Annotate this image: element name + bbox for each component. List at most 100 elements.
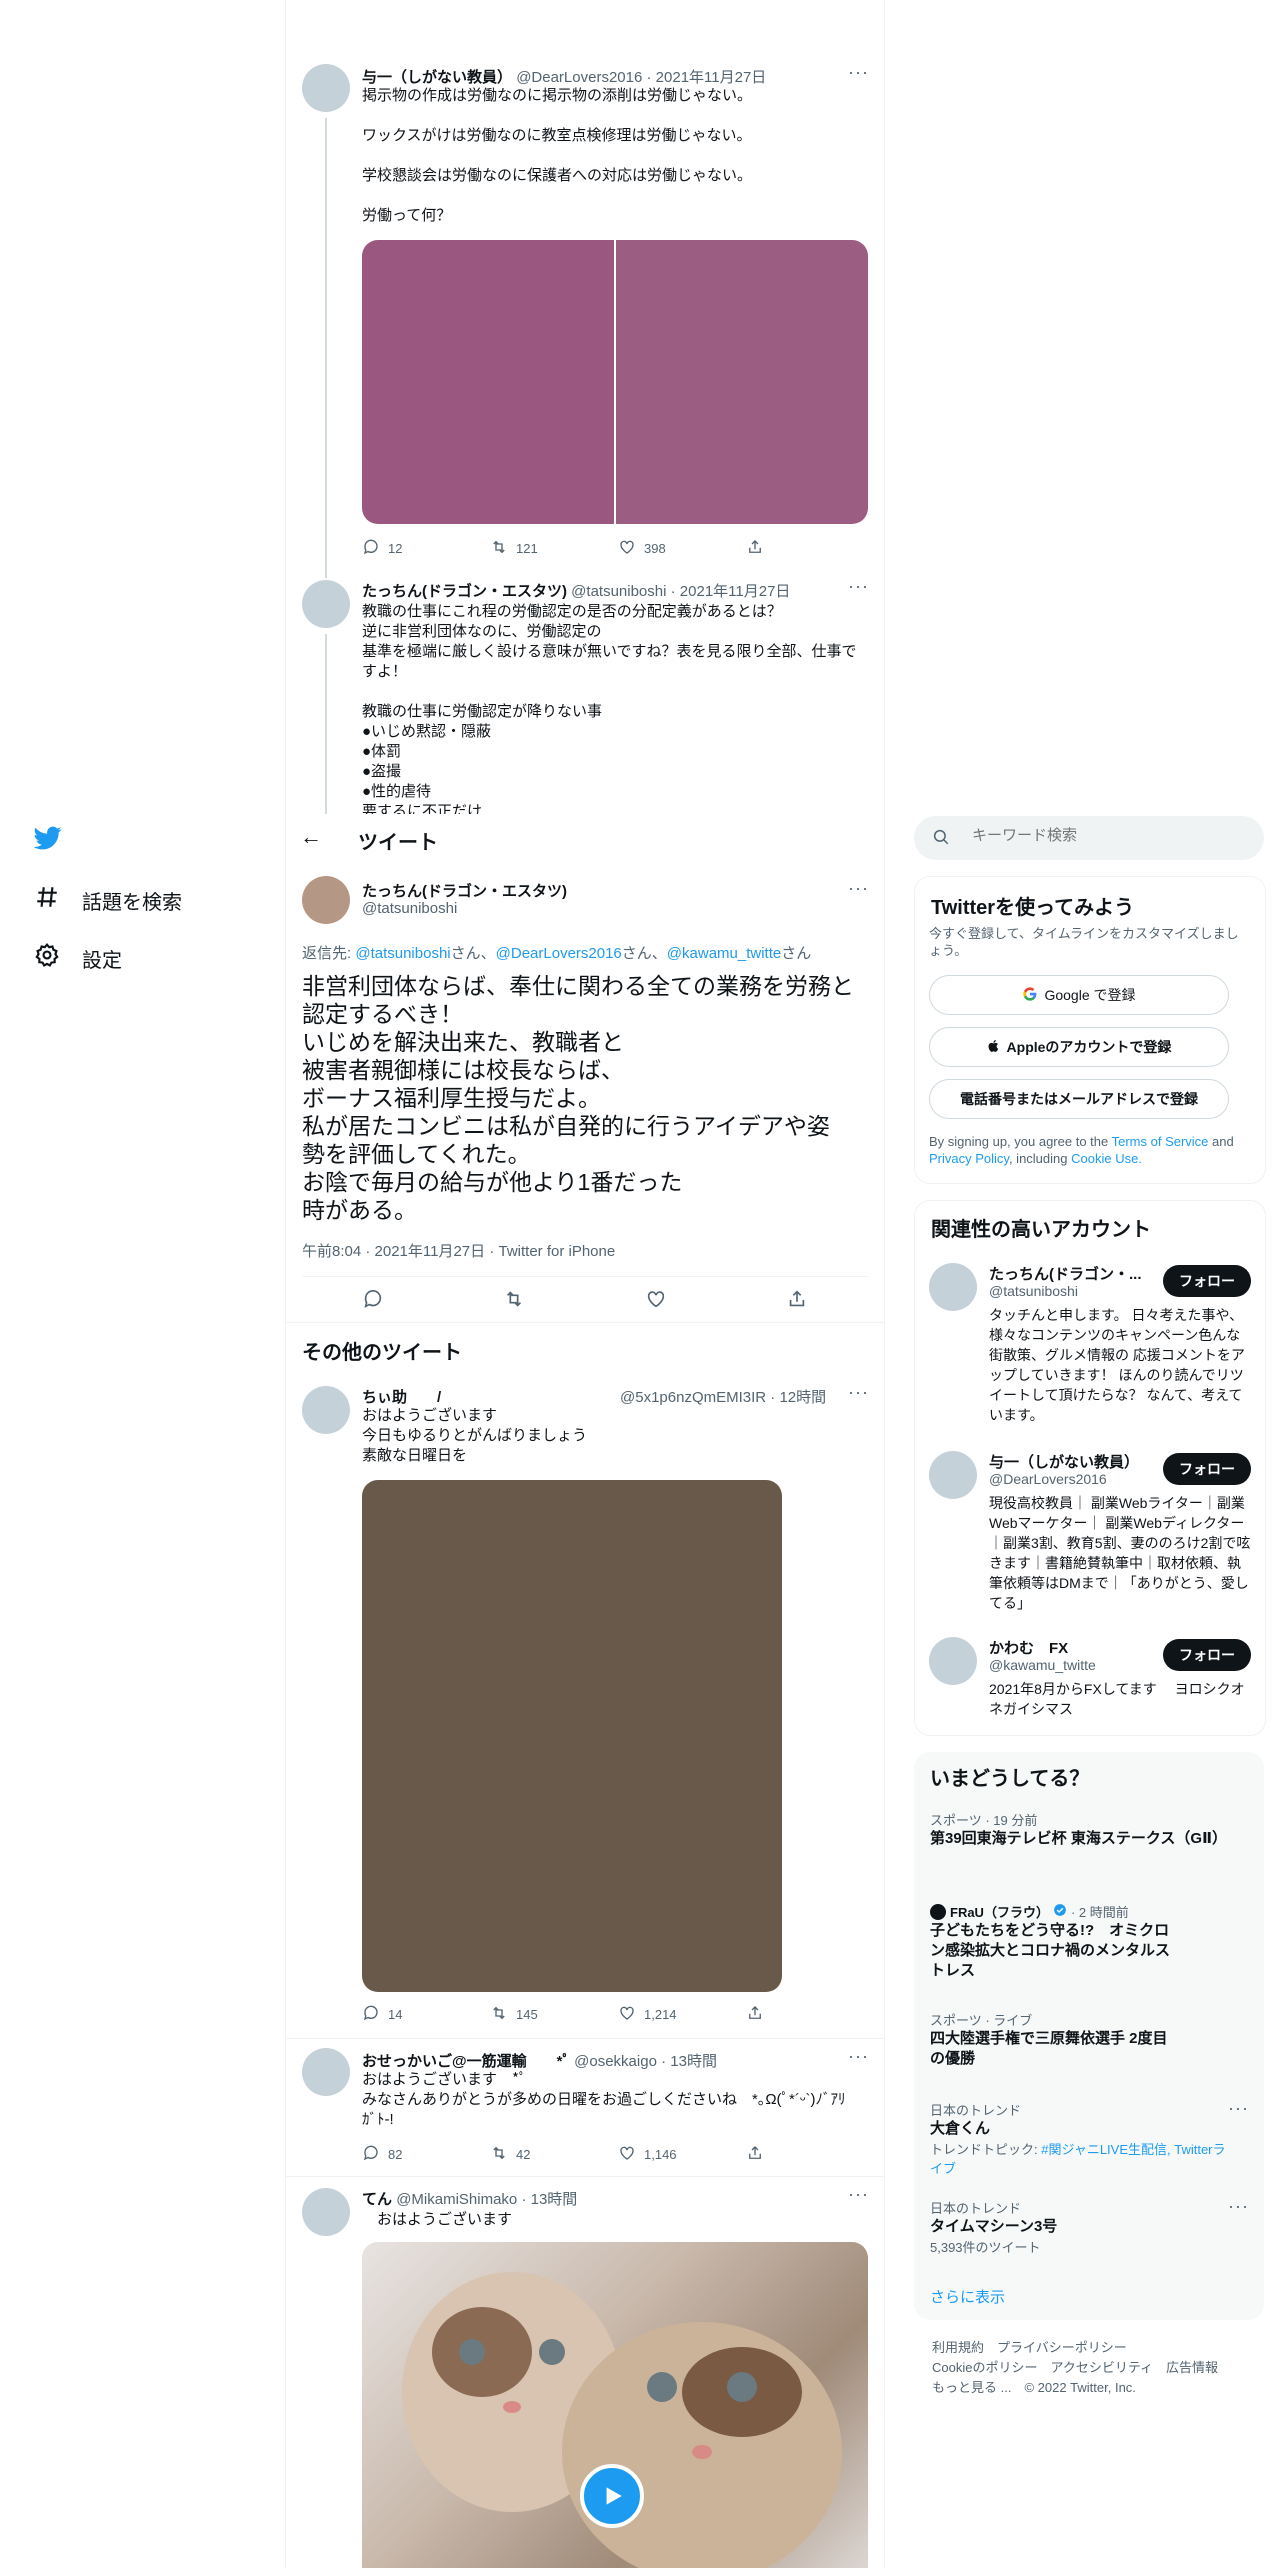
tweet-date[interactable]: · 13時間 bbox=[661, 2053, 717, 2070]
follow-button[interactable]: フォロー bbox=[1163, 1639, 1251, 1671]
video-player[interactable] bbox=[362, 2242, 868, 2568]
author-handle[interactable]: @DearLovers2016 bbox=[516, 69, 642, 86]
trend-item[interactable]: スポーツ · ライブ 四大陸選手権で三原舞依選手 2度目の優勝 bbox=[930, 2010, 1170, 2069]
mention-link[interactable]: @kawamu_twitte bbox=[667, 945, 781, 962]
tweet-date[interactable]: · 12時間 bbox=[770, 1389, 826, 1406]
retweet-button[interactable]: 145 bbox=[490, 2004, 618, 2025]
phone-signup-button[interactable]: 電話番号またはメールアドレスで登録 bbox=[929, 1079, 1229, 1119]
account-handle[interactable]: @tatsuniboshi bbox=[989, 1283, 1078, 1299]
cookie-link[interactable]: Cookie Use. bbox=[1071, 1151, 1142, 1166]
avatar[interactable] bbox=[929, 1263, 977, 1311]
reply-count: 82 bbox=[388, 2147, 403, 2162]
author-name[interactable]: てん bbox=[362, 2191, 392, 2208]
terms-link[interactable]: Terms of Service bbox=[1112, 1134, 1209, 1149]
related-accounts-panel: 関連性の高いアカウント たっちん(ドラゴン・... @tatsuniboshi … bbox=[914, 1200, 1266, 1736]
more-icon[interactable]: ··· bbox=[848, 878, 869, 899]
more-icon[interactable]: ··· bbox=[848, 62, 869, 83]
twitter-logo-icon[interactable] bbox=[32, 824, 64, 857]
like-button[interactable]: 398 bbox=[618, 538, 746, 559]
follow-button[interactable]: フォロー bbox=[1163, 1265, 1251, 1297]
more-icon[interactable]: ··· bbox=[848, 2046, 869, 2067]
back-arrow-icon[interactable]: ← bbox=[300, 824, 322, 850]
heart-icon[interactable] bbox=[645, 1288, 667, 1315]
tweet-header: 与一（しがない教員） @DearLovers2016 · 2021年11月27日 bbox=[362, 66, 766, 87]
retweet-icon[interactable] bbox=[503, 1288, 525, 1315]
tweet-date[interactable]: · 13時間 bbox=[521, 2191, 577, 2208]
nav-explore[interactable]: 話題を検索 bbox=[34, 884, 182, 916]
author-name[interactable]: 与一（しがない教員） bbox=[362, 69, 512, 86]
privacy-link[interactable]: Privacy Policy bbox=[929, 1151, 1009, 1166]
reply-icon[interactable] bbox=[362, 1288, 384, 1315]
share-icon[interactable] bbox=[786, 1288, 808, 1315]
search-input[interactable] bbox=[970, 826, 1244, 845]
account-bio: 現役高校教員｜ 副業Webライター｜副業Webマーケター｜ 副業Webディレクタ… bbox=[989, 1495, 1251, 1611]
avatar[interactable] bbox=[302, 2188, 350, 2236]
like-button[interactable]: 1,214 bbox=[618, 2004, 746, 2025]
trend-item[interactable]: FRaU（フラウ） · 2 時間前 子どもたちをどう守る!? オミクロン感染拡大… bbox=[930, 1902, 1170, 1981]
show-more-link[interactable]: さらに表示 bbox=[930, 2286, 1005, 2307]
more-icon[interactable]: ··· bbox=[848, 1382, 869, 1403]
more-icon[interactable]: ··· bbox=[848, 576, 869, 597]
avatar[interactable] bbox=[302, 580, 350, 628]
column-divider-left bbox=[285, 0, 286, 2568]
follow-button[interactable]: フォロー bbox=[1163, 1453, 1251, 1485]
tweet-timestamp[interactable]: 午前8:04 · 2021年11月27日 · Twitter for iPhon… bbox=[302, 1240, 615, 1261]
account-name[interactable]: 与一（しがない教員） bbox=[989, 1451, 1149, 1472]
tweet-date[interactable]: · 2021年11月27日 bbox=[647, 69, 767, 86]
footer-line[interactable]: Cookieのポリシー アクセシビリティ 広告情報 bbox=[932, 2358, 1218, 2378]
account-name[interactable]: かわむ FX bbox=[989, 1637, 1149, 1658]
media-image[interactable] bbox=[362, 1480, 782, 1992]
apple-signup-button[interactable]: Appleのアカウントで登録 bbox=[929, 1027, 1229, 1067]
more-icon[interactable]: ··· bbox=[848, 2184, 869, 2205]
author-handle[interactable]: @MikamiShimako bbox=[396, 2191, 517, 2208]
avatar[interactable] bbox=[302, 876, 350, 924]
author-handle[interactable]: @5x1p6nzQmEMI3IR bbox=[620, 1389, 766, 1406]
retweet-button[interactable]: 42 bbox=[490, 2144, 618, 2165]
reply-button[interactable]: 12 bbox=[362, 538, 490, 559]
account-name[interactable]: たっちん(ドラゴン・... bbox=[989, 1263, 1149, 1284]
mention-link[interactable]: @DearLovers2016 bbox=[496, 945, 622, 962]
tweet-media[interactable] bbox=[362, 240, 868, 524]
tweet-line: 時がある。 bbox=[302, 1197, 417, 1223]
reply-button[interactable]: 14 bbox=[362, 2004, 490, 2025]
main-author-name-bold[interactable]: たっちん(ドラゴン・エスタツ) bbox=[362, 880, 567, 901]
google-signup-button[interactable]: Google で登録 bbox=[929, 975, 1229, 1015]
share-button[interactable] bbox=[746, 538, 874, 559]
avatar[interactable] bbox=[929, 1637, 977, 1685]
main-author-handle[interactable]: @tatsuniboshi bbox=[362, 900, 457, 917]
reply-button[interactable]: 82 bbox=[362, 2144, 490, 2165]
trend-item[interactable]: 日本のトレンド タイムマシーン3号 5,393件のツイート bbox=[930, 2198, 1230, 2256]
play-icon[interactable] bbox=[580, 2464, 644, 2528]
share-button[interactable] bbox=[746, 2004, 874, 2025]
author-name[interactable]: おせっかいご@一筋運輸 *ﾟ bbox=[362, 2053, 570, 2070]
avatar[interactable] bbox=[302, 64, 350, 112]
search-box[interactable] bbox=[914, 816, 1264, 860]
avatar[interactable] bbox=[302, 1386, 350, 1434]
more-icon[interactable]: ··· bbox=[1228, 2098, 1249, 2119]
tweet-date[interactable]: · 2021年11月27日 bbox=[671, 583, 791, 600]
related-title: 関連性の高いアカウント bbox=[931, 1219, 1151, 1241]
nav-settings[interactable]: 設定 bbox=[34, 942, 122, 974]
author-name[interactable]: ちぃ助 / bbox=[362, 1389, 441, 1406]
avatar[interactable] bbox=[929, 1451, 977, 1499]
author-handle[interactable]: @tatsuniboshi bbox=[571, 583, 666, 600]
retweet-button[interactable]: 121 bbox=[490, 538, 618, 559]
main-tweet-actions bbox=[302, 1288, 868, 1315]
more-icon[interactable]: ··· bbox=[1228, 2196, 1249, 2217]
media-image[interactable] bbox=[362, 240, 614, 524]
like-button[interactable]: 1,146 bbox=[618, 2144, 746, 2165]
avatar[interactable] bbox=[302, 2048, 350, 2096]
media-image[interactable] bbox=[616, 240, 868, 524]
trend-item[interactable]: スポーツ · 19 分前 第39回東海テレビ杯 東海ステークス（GⅡ） bbox=[930, 1810, 1230, 1849]
trend-meta: スポーツ · 19 分前 bbox=[930, 1813, 1038, 1828]
account-handle[interactable]: @DearLovers2016 bbox=[989, 1471, 1107, 1487]
footer-line[interactable]: もっと見る ... © 2022 Twitter, Inc. bbox=[932, 2378, 1218, 2398]
author-name[interactable]: たっちん(ドラゴン・エスタツ) bbox=[362, 583, 567, 600]
trend-item[interactable]: 日本のトレンド 大倉くん トレンドトピック: #関ジャニLIVE生配信, Twi… bbox=[930, 2100, 1230, 2177]
share-button[interactable] bbox=[746, 2144, 874, 2165]
mention-link[interactable]: @tatsuniboshi bbox=[355, 945, 450, 962]
tweet-line: 今日もゆるりとがんばりましょう bbox=[362, 1427, 588, 1444]
author-handle[interactable]: @osekkaigo bbox=[574, 2053, 657, 2070]
account-handle[interactable]: @kawamu_twitte bbox=[989, 1657, 1096, 1673]
footer-line[interactable]: 利用規約 プライバシーポリシー bbox=[932, 2338, 1218, 2358]
